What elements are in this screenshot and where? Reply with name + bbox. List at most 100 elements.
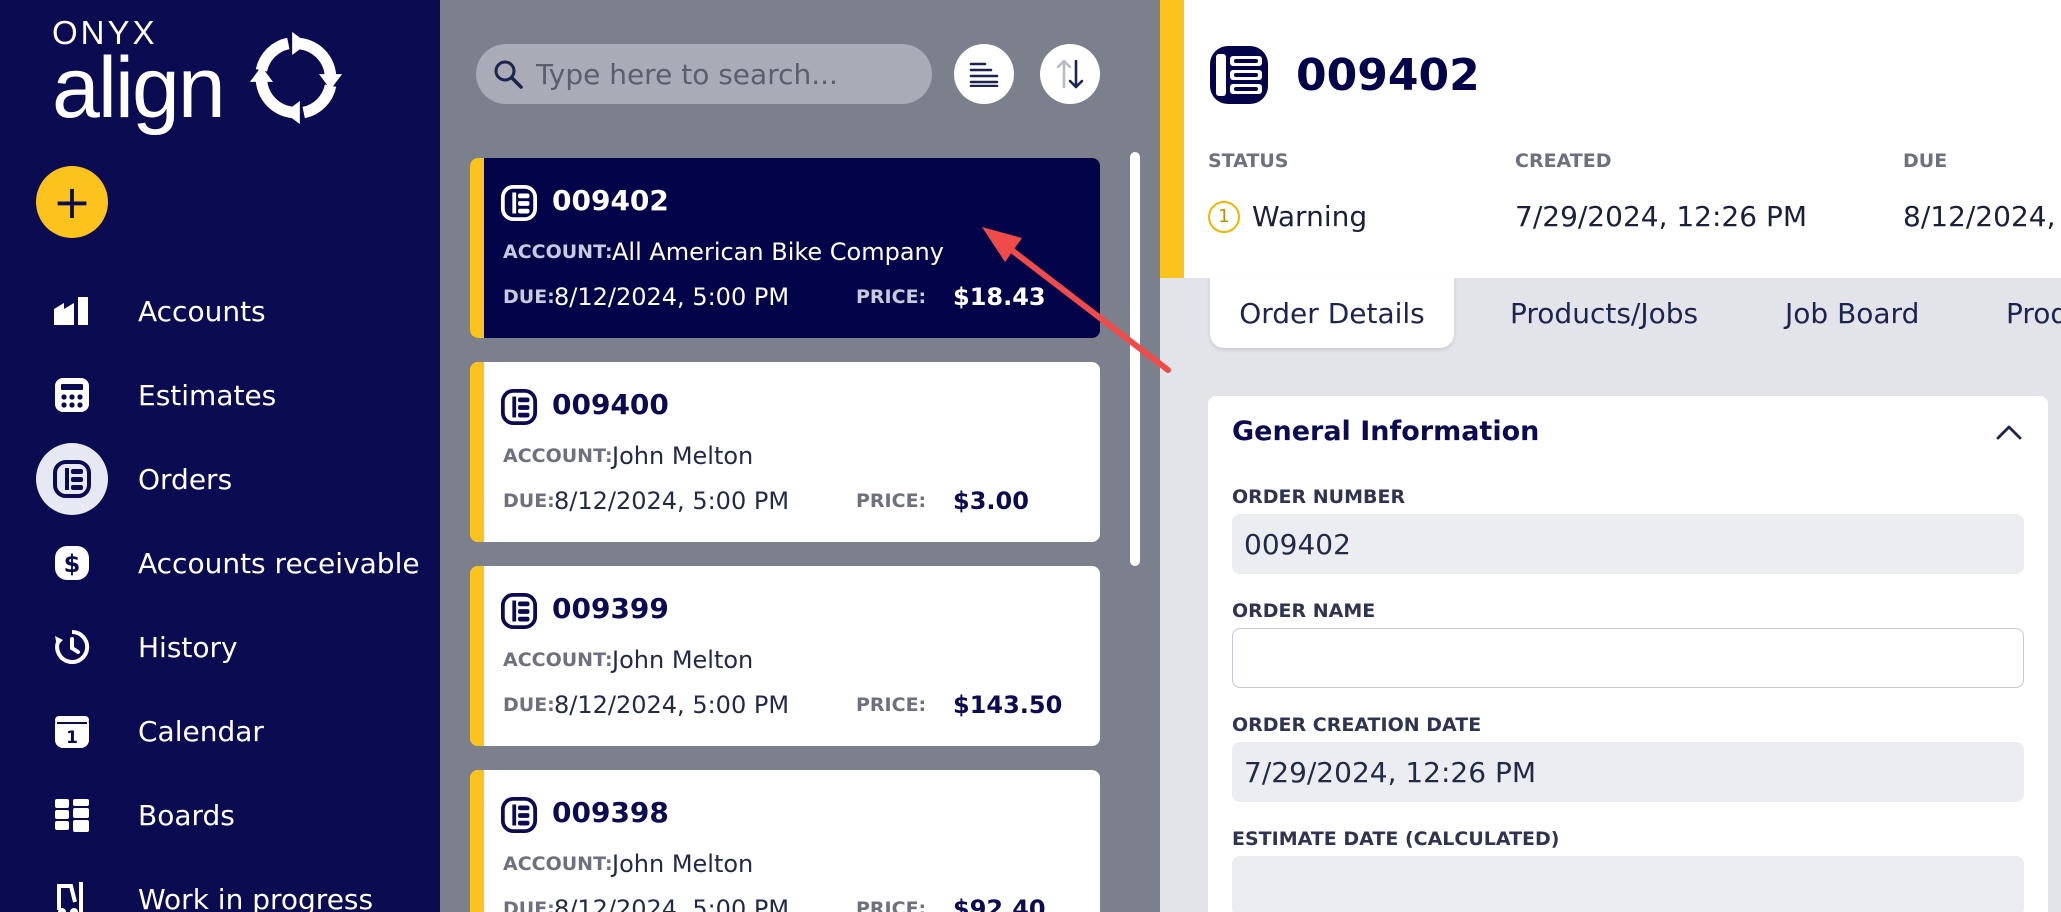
dollar-icon: $ [36, 527, 108, 599]
chevron-up-icon[interactable] [1994, 422, 2024, 442]
created-label: CREATED [1515, 150, 1612, 172]
sidebar-item-label: Accounts receivable [138, 546, 420, 580]
order-card[interactable]: 009400 ACCOUNT: John Melton DUE: 8/12/20… [470, 362, 1100, 542]
card-accent-stripe [470, 362, 484, 542]
search-input[interactable] [536, 44, 916, 104]
order-card[interactable]: 009399 ACCOUNT: John Melton DUE: 8/12/20… [470, 566, 1100, 746]
orders-list-panel: 009402 ACCOUNT: All American Bike Compan… [440, 0, 1160, 912]
onyx-align-logo[interactable]: ONYX align [52, 16, 343, 136]
price-label: PRICE: [856, 694, 927, 716]
sidebar-item-estimates[interactable]: Estimates [0, 355, 440, 435]
order-name-field[interactable] [1232, 628, 2024, 688]
account-label: ACCOUNT: [503, 649, 613, 671]
forklift-icon [36, 863, 108, 912]
tab-job-board[interactable]: Job Board [1785, 278, 1919, 348]
lines-list-icon [969, 62, 999, 87]
estimate-date-field[interactable] [1232, 856, 2024, 912]
order-name-label: ORDER NAME [1232, 600, 1376, 622]
sidebar-item-label: History [138, 630, 238, 664]
card-accent-stripe [470, 566, 484, 746]
sidebar-item-orders[interactable]: Orders [0, 439, 440, 519]
order-number-label: ORDER NUMBER [1232, 486, 1406, 508]
sidebar-item-label: Estimates [138, 378, 277, 412]
sidebar-item-accounts[interactable]: Accounts [0, 271, 440, 351]
sidebar-item-history[interactable]: History [0, 607, 440, 687]
account-label: ACCOUNT: [503, 853, 613, 875]
search-icon [494, 60, 523, 89]
boards-icon [36, 779, 108, 851]
price-value: $92.40 [953, 895, 1046, 912]
due-label: DUE: [503, 286, 555, 308]
status-label: STATUS [1208, 150, 1289, 172]
section-title: General Information [1232, 416, 1540, 447]
tab-products[interactable]: Products [2006, 278, 2061, 348]
order-creation-date-label: ORDER CREATION DATE [1232, 714, 1482, 736]
list-scrollbar[interactable] [1130, 152, 1140, 566]
order-number: 009398 [552, 796, 669, 829]
logo-brand-main: align [52, 40, 226, 136]
due-value: 8/12/2024, 5:00 PM [554, 691, 790, 719]
sidebar-item-calendar[interactable]: 1 Calendar [0, 691, 440, 771]
created-value: 7/29/2024, 12:26 PM [1515, 200, 1808, 233]
sidebar-item-work-in-progress[interactable]: Work in progress [0, 859, 440, 912]
due-label: DUE [1903, 150, 1948, 172]
account-value: John Melton [612, 442, 754, 470]
search-bar[interactable] [476, 44, 932, 104]
svg-text:$: $ [64, 550, 81, 578]
due-value: 8/12/2024, 5:00 PM [554, 283, 790, 311]
history-icon [36, 611, 108, 683]
due-value: 8/12/2024, 5:00 PM [554, 487, 790, 515]
sidebar-item-boards[interactable]: Boards [0, 775, 440, 855]
account-value: John Melton [612, 646, 754, 674]
status-badge: 1 [1208, 201, 1240, 233]
price-value: $18.43 [953, 283, 1046, 311]
add-new-button[interactable]: + [36, 166, 108, 238]
price-label: PRICE: [856, 286, 927, 308]
cycle-arrows-icon [249, 31, 343, 125]
order-number-field[interactable]: 009402 [1232, 514, 2024, 574]
sidebar-item-accounts-receivable[interactable]: $ Accounts receivable [0, 523, 440, 603]
order-card[interactable]: 009398 ACCOUNT: John Melton DUE: 8/12/20… [470, 770, 1100, 912]
calendar-icon: 1 [36, 695, 108, 767]
due-value: 8/12/2024, 5:00 PM [1903, 200, 2061, 233]
orders-icon [500, 796, 538, 834]
card-accent-stripe [470, 158, 484, 338]
due-label: DUE: [503, 898, 555, 912]
sidebar: ONYX align + Accounts Estimates Orders $… [0, 0, 440, 912]
filter-button[interactable] [954, 44, 1014, 104]
account-label: ACCOUNT: [503, 445, 613, 467]
due-value: 8/12/2024, 5:00 PM [554, 895, 790, 912]
sort-button[interactable] [1040, 44, 1100, 104]
order-number: 009399 [552, 592, 669, 625]
general-information-section: General Information ORDER NUMBER 009402 … [1208, 396, 2048, 912]
account-label: ACCOUNT: [503, 241, 613, 263]
sidebar-item-label: Accounts [138, 294, 266, 328]
sidebar-item-label: Boards [138, 798, 235, 832]
account-value: John Melton [612, 850, 754, 878]
orders-icon [500, 184, 538, 222]
card-accent-stripe [470, 770, 484, 912]
order-number: 009400 [552, 388, 669, 421]
account-value: All American Bike Company [612, 238, 944, 266]
order-number: 009402 [552, 184, 669, 217]
orders-icon [500, 592, 538, 630]
price-label: PRICE: [856, 490, 927, 512]
price-value: $143.50 [953, 691, 1063, 719]
sidebar-item-label: Calendar [138, 714, 264, 748]
sidebar-item-label: Work in progress [138, 882, 374, 912]
calculator-icon [36, 359, 108, 431]
tab-order-details[interactable]: Order Details [1210, 278, 1454, 348]
order-detail-panel: 009402 STATUS 1 Warning CREATED 7/29/202… [1160, 0, 2061, 912]
due-label: DUE: [503, 694, 555, 716]
price-value: $3.00 [953, 487, 1029, 515]
orders-icon [500, 388, 538, 426]
sidebar-item-label: Orders [138, 462, 233, 496]
due-label: DUE: [503, 490, 555, 512]
order-card-selected[interactable]: 009402 ACCOUNT: All American Bike Compan… [470, 158, 1100, 338]
sort-arrows-icon [1056, 59, 1084, 89]
order-creation-date-field[interactable]: 7/29/2024, 12:26 PM [1232, 742, 2024, 802]
orders-icon [1210, 46, 1268, 104]
price-label: PRICE: [856, 898, 927, 912]
status-value: Warning [1252, 200, 1368, 233]
tab-products-jobs[interactable]: Products/Jobs [1510, 278, 1698, 348]
